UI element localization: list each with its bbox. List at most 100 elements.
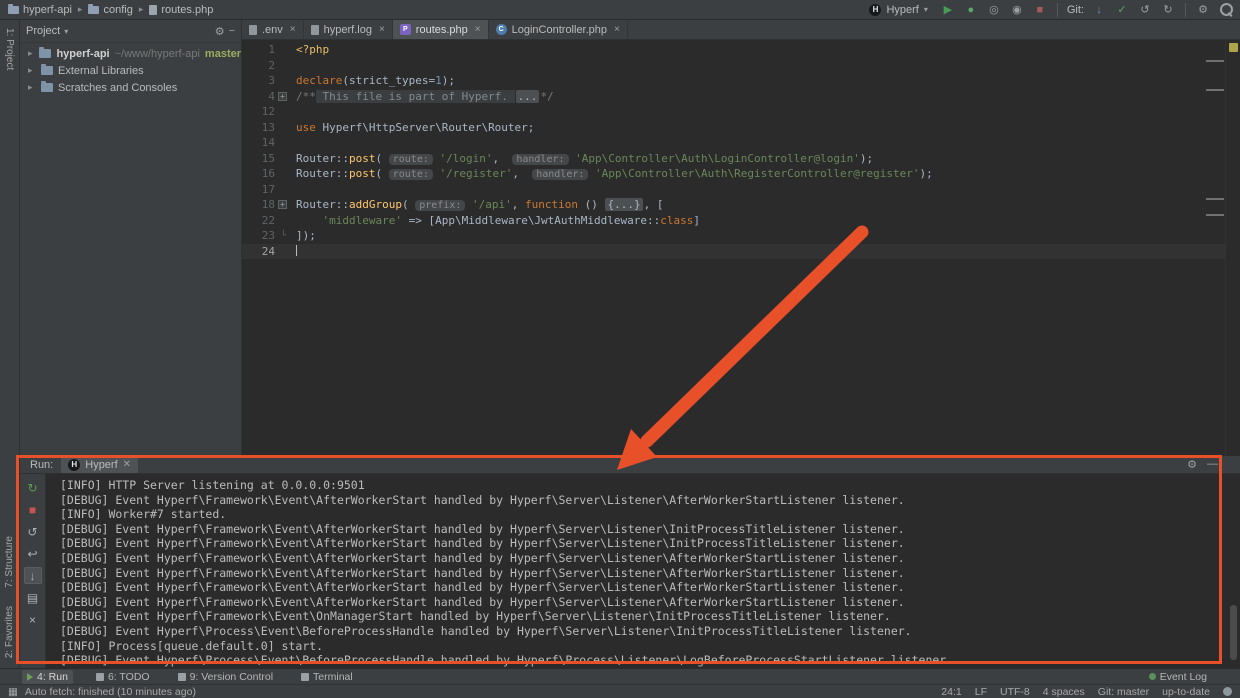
collapse-all-icon[interactable]: − [229, 25, 235, 37]
left-tool-strip: 1: Project 7: Structure 2: Favorites [0, 20, 20, 668]
tree-item-label: External Libraries [58, 65, 144, 77]
profiler-button[interactable]: ◉ [1009, 2, 1025, 18]
code-token: ( [402, 198, 415, 211]
editor-column: .env×hyperf.log×Proutes.php×CLoginContro… [242, 20, 1240, 456]
inspections-indicator[interactable] [1229, 43, 1238, 52]
toolwindow-button-event-log[interactable]: Event Log [1144, 670, 1212, 684]
toolwindow-switcher-icon[interactable]: ▦ [8, 686, 18, 698]
line-number[interactable]: 23└ [242, 228, 288, 244]
git-update-button[interactable]: ↓ [1091, 2, 1107, 18]
close-icon[interactable]: × [290, 24, 296, 35]
status-widget-utf-8[interactable]: UTF-8 [1000, 686, 1030, 698]
tree-row[interactable]: ▸Scratches and Consoles [20, 79, 241, 96]
coverage-button[interactable]: ◎ [986, 2, 1002, 18]
editor-tab-routes-php[interactable]: Proutes.php× [393, 20, 489, 39]
status-widget-lf[interactable]: LF [975, 686, 987, 698]
fold-expand-icon[interactable]: + [278, 92, 287, 101]
line-number[interactable]: 3 [242, 73, 288, 89]
run-tab-hyperf[interactable]: H Hyperf ✕ [61, 456, 138, 473]
settings-button[interactable]: ⚙ [1195, 2, 1211, 18]
stop-button[interactable]: ■ [1032, 2, 1048, 18]
toolwindow-button-project[interactable]: 1: Project [4, 28, 15, 70]
toolwindow-button-terminal[interactable]: Terminal [296, 670, 358, 684]
line-number[interactable]: 13 [242, 120, 288, 136]
console-line: [DEBUG] Event Hyperf\Framework\Event\Aft… [60, 580, 1226, 595]
line-number[interactable]: 24 [242, 244, 288, 260]
toolwindow-button-structure[interactable]: 7: Structure [4, 536, 15, 588]
chevron-right-icon[interactable]: ▸ [28, 65, 36, 76]
git-revert-button[interactable]: ↺ [1137, 2, 1153, 18]
chevron-down-icon: ▾ [64, 27, 68, 36]
main-area: 1: Project 7: Structure 2: Favorites Pro… [0, 20, 1240, 668]
line-number[interactable]: 4+ [242, 89, 288, 105]
main-toolbar: hyperf-api▸config▸routes.php H Hyperf ▾ … [0, 0, 1240, 20]
chevron-right-icon[interactable]: ▸ [28, 48, 34, 59]
status-widget-24-1[interactable]: 24:1 [941, 686, 961, 698]
toolwindow-button-favorites[interactable]: 2: Favorites [4, 606, 15, 658]
fold-expand-icon[interactable]: + [278, 200, 287, 209]
chevron-right-icon[interactable]: ▸ [28, 82, 36, 93]
console-scrollbar[interactable] [1230, 605, 1237, 660]
line-number[interactable]: 2 [242, 58, 288, 74]
hide-panel-icon[interactable]: — [1207, 458, 1218, 471]
toolwindow-button-4-run[interactable]: 4: Run [22, 670, 73, 684]
git-label: Git: [1067, 4, 1084, 16]
breadcrumb-item[interactable]: routes.php [147, 4, 215, 16]
stop-icon[interactable]: ■ [24, 501, 42, 518]
close-icon[interactable]: × [475, 24, 481, 35]
status-widget-up-to-date[interactable]: up-to-date [1162, 686, 1210, 698]
line-number[interactable]: 1 [242, 42, 288, 58]
project-root-row[interactable]: ▸ hyperf-api ~/www/hyperf-api master [20, 45, 241, 62]
status-widget-git-master[interactable]: Git: master [1098, 686, 1149, 698]
console-line: [DEBUG] Event Hyperf\Process\Event\Befor… [60, 653, 1226, 668]
code-token: handler: [512, 154, 568, 165]
code-editor[interactable]: 1234+12131415161718+2223└24 <?phpdeclare… [242, 40, 1240, 456]
run-tab-label: Hyperf [85, 459, 117, 471]
rerun-icon[interactable]: ↻ [24, 479, 42, 496]
line-number[interactable]: 16 [242, 166, 288, 182]
line-number[interactable]: 12 [242, 104, 288, 120]
search-everywhere-button[interactable] [1218, 2, 1234, 18]
project-panel-title[interactable]: Project [26, 25, 60, 37]
tree-row[interactable]: ▸ External Libraries [20, 62, 241, 79]
editor-tab--env[interactable]: .env× [242, 20, 304, 39]
git-commit-button[interactable]: ✓ [1114, 2, 1130, 18]
line-number[interactable]: 15 [242, 151, 288, 167]
editor-tab-hyperf-log[interactable]: hyperf.log× [304, 20, 393, 39]
close-icon[interactable]: × [614, 24, 620, 35]
status-widget-4-spaces[interactable]: 4 spaces [1043, 686, 1085, 698]
scroll-to-end-icon[interactable]: ↓ [24, 567, 42, 584]
hector-icon[interactable] [1223, 687, 1232, 696]
line-number[interactable]: 18+ [242, 197, 288, 213]
run-button[interactable]: ▶ [940, 2, 956, 18]
toolwindow-button-6-todo[interactable]: 6: TODO [91, 670, 155, 684]
breadcrumb-label: hyperf-api [23, 4, 72, 16]
close-icon[interactable]: × [379, 24, 385, 35]
clear-all-icon[interactable]: × [24, 611, 42, 628]
code-token [465, 198, 472, 211]
toolwindow-button-label: 9: Version Control [190, 671, 273, 683]
breadcrumb-item[interactable]: hyperf-api [6, 4, 74, 16]
gear-icon[interactable]: ⚙ [1187, 458, 1197, 471]
console-line: [DEBUG] Event Hyperf\Framework\Event\OnM… [60, 609, 1226, 624]
git-refresh-button[interactable]: ↻ [1160, 2, 1176, 18]
restart-server-icon[interactable]: ↺ [24, 523, 42, 540]
toolwindow-button-9-version-control[interactable]: 9: Version Control [173, 670, 278, 684]
editor-tab-LoginController-php[interactable]: CLoginController.php× [489, 20, 628, 39]
console-line: [DEBUG] Event Hyperf\Framework\Event\Aft… [60, 566, 1226, 581]
fold-end-icon[interactable]: └ [281, 229, 286, 245]
line-number[interactable]: 22 [242, 213, 288, 229]
debug-button[interactable]: ● [963, 2, 979, 18]
breadcrumb-item[interactable]: config [86, 4, 134, 16]
print-icon[interactable]: ▤ [24, 589, 42, 606]
line-number[interactable]: 14 [242, 135, 288, 151]
project-root-branch: master [205, 48, 241, 60]
line-number[interactable]: 17 [242, 182, 288, 198]
error-stripe[interactable] [1225, 40, 1240, 456]
console-output[interactable]: [INFO] HTTP Server listening at 0.0.0.0:… [46, 478, 1226, 668]
run-config-selector[interactable]: H Hyperf ▾ [864, 3, 932, 17]
close-icon[interactable]: ✕ [123, 459, 131, 470]
code-token: This file is part of Hyperf. [316, 90, 515, 103]
gear-icon[interactable]: ⚙ [215, 25, 225, 38]
soft-wrap-icon[interactable]: ↩ [24, 545, 42, 562]
